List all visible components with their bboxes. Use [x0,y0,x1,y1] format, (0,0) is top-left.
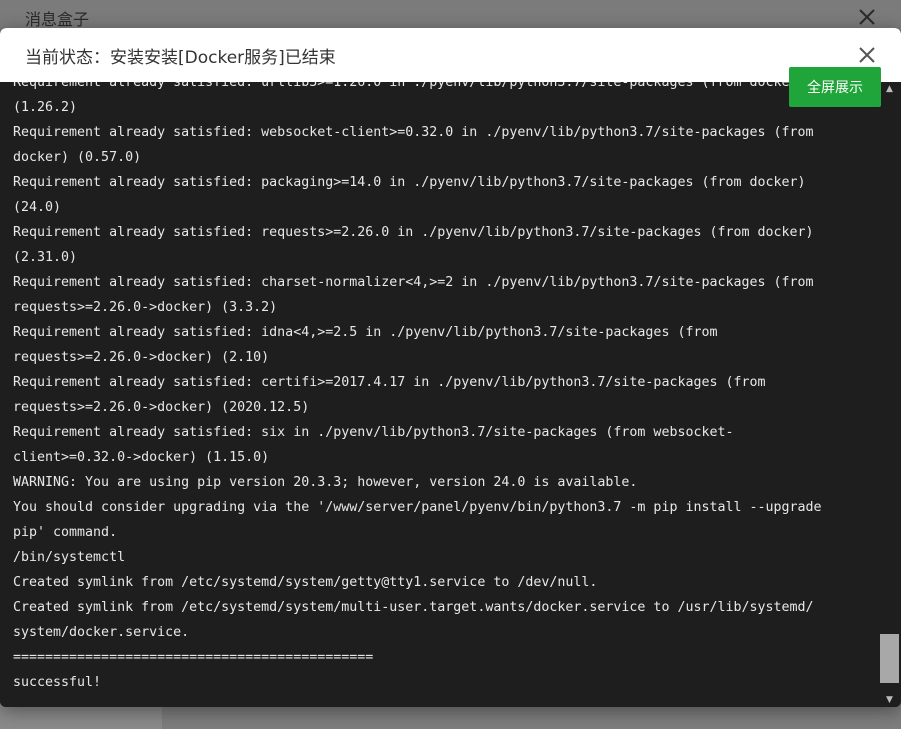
background-dialog-title: 消息盒子 [25,10,90,29]
console-line: requests>=2.26.0->docker) (2020.12.5) [13,400,310,415]
modal-header: 当前状态：安装安装[Docker服务]已结束 [0,28,901,82]
console-line: client>=0.32.0->docker) (1.15.0) [13,450,270,465]
console-line: Created symlink from /etc/systemd/system… [13,600,814,615]
console-line: system/docker.service. [13,625,190,640]
console-line: requests>=2.26.0->docker) (2.10) [13,350,270,365]
console-line: (1.26.2) [13,100,78,115]
scroll-up-arrow-icon[interactable]: ▲ [878,82,901,96]
background-titlebar: 消息盒子 [0,0,901,30]
console-line: Requirement already satisfied: idna<4,>=… [13,325,718,340]
console-line: Requirement already satisfied: packaging… [13,175,806,190]
console-line: successful! [13,675,102,690]
console-line: pip' command. [13,525,118,540]
console-line: ========================================… [13,650,374,665]
console-line: Requirement already satisfied: requests>… [13,225,814,240]
console-line: You should consider upgrading via the '/… [13,500,822,515]
console-output[interactable]: Requirement already satisfied: urllib3>=… [0,82,878,707]
console-line: /bin/systemctl [13,550,126,565]
console-text-area: Requirement already satisfied: urllib3>=… [13,82,863,695]
console-line: WARNING: You are using pip version 20.3.… [13,475,638,490]
background-close-icon[interactable] [856,6,878,28]
console-line: Requirement already satisfied: certifi>=… [13,375,766,390]
console-line: Requirement already satisfied: websocket… [13,125,814,140]
console-line: Requirement already satisfied: charset-n… [13,275,814,290]
console-line: requests>=2.26.0->docker) (3.3.2) [13,300,278,315]
console-line: (2.31.0) [13,250,78,265]
console-scrollbar[interactable]: ▲ ▼ [878,82,901,707]
install-status-modal: 当前状态：安装安装[Docker服务]已结束 Requirement alrea… [0,28,901,707]
console-line: Requirement already satisfied: six in ./… [13,425,734,440]
console-line: (24.0) [13,200,62,215]
scroll-down-arrow-icon[interactable]: ▼ [878,693,901,707]
console-line: Requirement already satisfied: urllib3>=… [13,82,806,90]
scroll-track[interactable] [880,96,899,693]
close-icon[interactable] [855,43,879,67]
modal-title: 当前状态：安装安装[Docker服务]已结束 [25,48,336,68]
console-line: docker) (0.57.0) [13,150,142,165]
fullscreen-button[interactable]: 全屏展示 [789,67,881,107]
console-line: Created symlink from /etc/systemd/system… [13,575,598,590]
scroll-thumb[interactable] [880,634,899,683]
